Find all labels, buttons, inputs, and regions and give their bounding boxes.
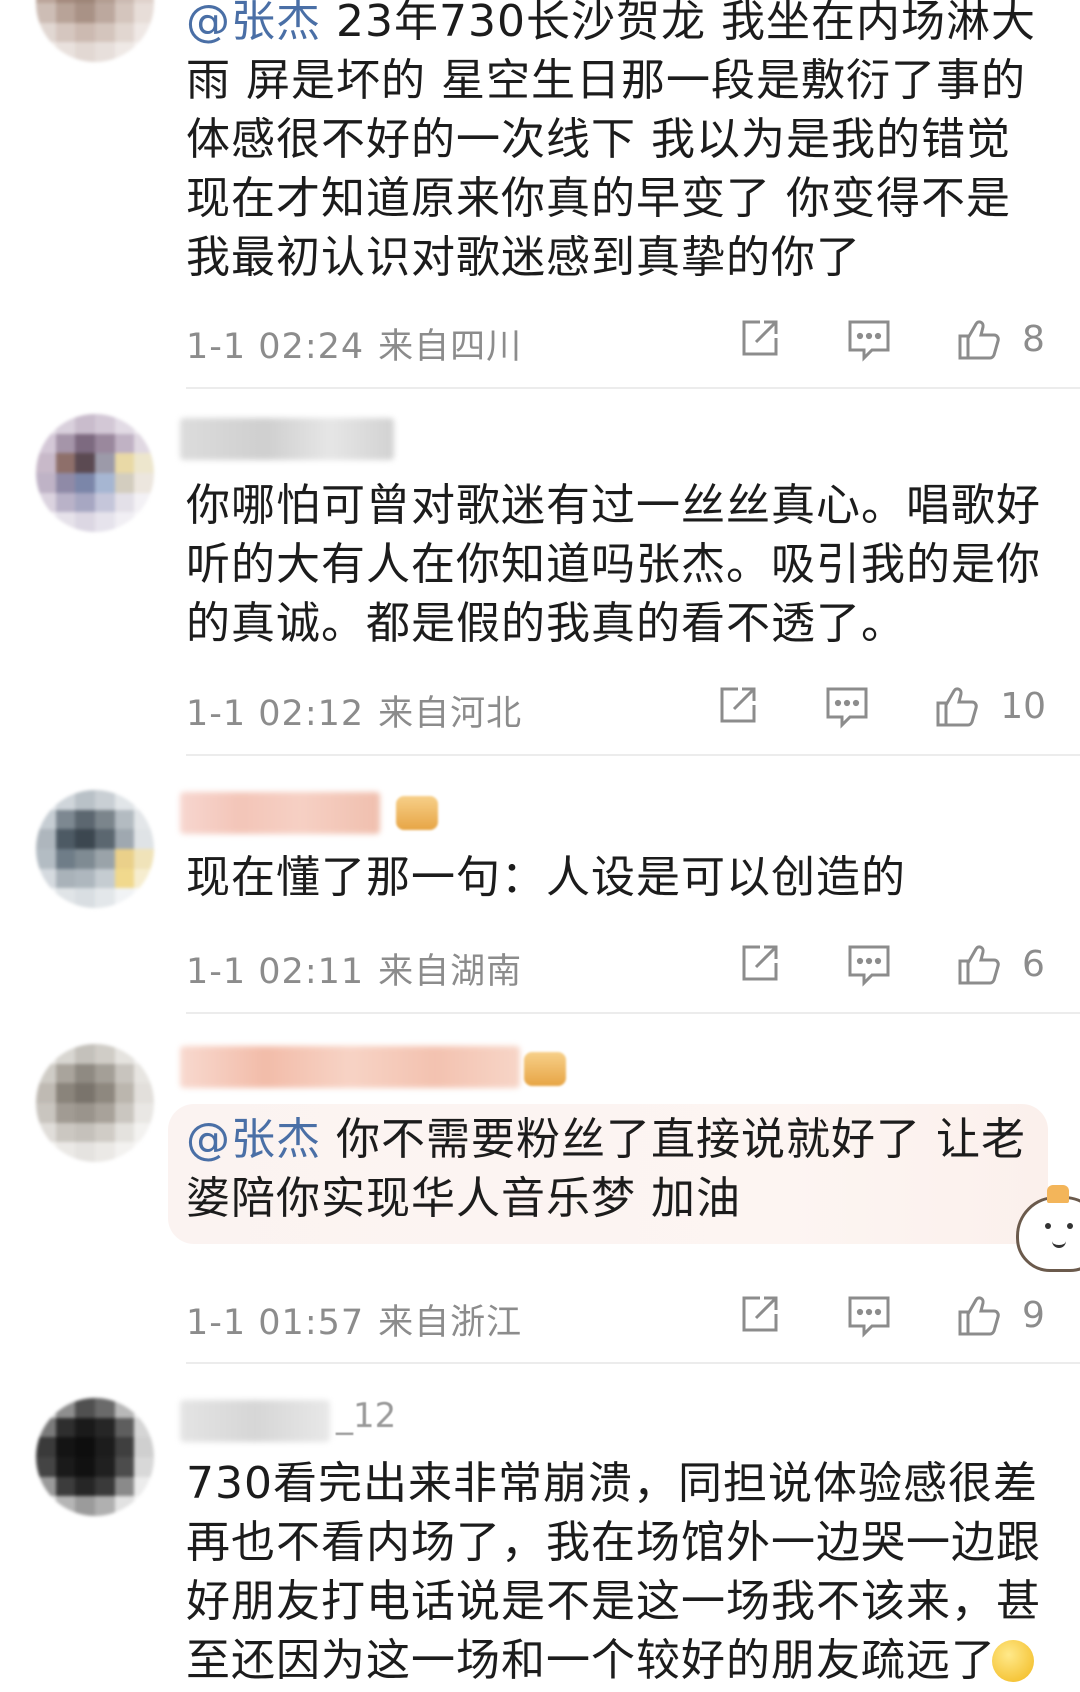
comment-text: 730看完出来非常崩溃，同担说体验感很差再也不看内场了，我在场馆外一边哭一边跟好… bbox=[186, 1458, 1041, 1686]
comment-meta: 1-1 02:24 来自四川 bbox=[186, 318, 536, 369]
comment-time: 1-1 01:57 bbox=[186, 1303, 365, 1343]
username[interactable] bbox=[180, 418, 394, 460]
repost-icon[interactable] bbox=[714, 683, 760, 729]
username[interactable] bbox=[180, 792, 380, 834]
like-count: 9 bbox=[1022, 1294, 1045, 1336]
comment-time: 1-1 02:11 bbox=[186, 952, 365, 992]
comment-actions: 8 bbox=[672, 316, 1046, 362]
comment-icon[interactable] bbox=[846, 941, 892, 987]
vip-badge-icon bbox=[524, 1052, 566, 1086]
comment-text: 你哪怕可曾对歌迷有过一丝丝真心。唱歌好听的大有人在你知道吗张杰。吸引我的是你的真… bbox=[186, 480, 1041, 649]
avatar[interactable] bbox=[36, 790, 154, 908]
comment-icon[interactable] bbox=[846, 1292, 892, 1338]
repost-icon[interactable] bbox=[736, 1292, 782, 1338]
thumbs-up-icon[interactable] bbox=[956, 941, 1002, 987]
repost-icon[interactable] bbox=[736, 316, 782, 362]
comment-actions: 9 bbox=[672, 1292, 1046, 1338]
username-suffix: _12 bbox=[336, 1396, 397, 1436]
divider bbox=[186, 1012, 1080, 1014]
comment-location: 来自四川 bbox=[378, 327, 523, 367]
comment-icon[interactable] bbox=[824, 683, 870, 729]
avatar[interactable] bbox=[36, 0, 154, 62]
comment-location: 来自湖南 bbox=[378, 952, 523, 992]
avatar[interactable] bbox=[36, 414, 154, 532]
comment-icon[interactable] bbox=[846, 316, 892, 362]
comment-actions: 6 bbox=[672, 941, 1046, 987]
comment-actions: 10 bbox=[650, 683, 1046, 729]
divider bbox=[186, 1362, 1080, 1364]
comment-location: 来自河北 bbox=[378, 694, 523, 734]
username[interactable] bbox=[180, 1046, 520, 1088]
like-count: 6 bbox=[1022, 943, 1045, 985]
comment-time: 1-1 02:24 bbox=[186, 327, 365, 367]
comment-meta: 1-1 02:11 来自湖南 bbox=[186, 943, 536, 994]
comment-text: @张杰 23年730长沙贺龙 我坐在内场淋大雨 屏是坏的 星空生日那一段是敷衍了… bbox=[186, 0, 1044, 287]
thumbs-up-icon[interactable] bbox=[956, 1292, 1002, 1338]
thumbs-up-icon[interactable] bbox=[956, 316, 1002, 362]
emoji-icon bbox=[992, 1640, 1034, 1682]
mention-link[interactable]: @张杰 bbox=[186, 1114, 321, 1165]
mention-link[interactable]: @张杰 bbox=[186, 0, 321, 47]
avatar[interactable] bbox=[36, 1398, 154, 1516]
comment-meta: 1-1 01:57 来自浙江 bbox=[186, 1294, 536, 1345]
username[interactable] bbox=[180, 1400, 330, 1442]
like-count: 8 bbox=[1022, 318, 1045, 360]
comment-location: 来自浙江 bbox=[378, 1303, 523, 1343]
like-count: 10 bbox=[1000, 685, 1046, 727]
divider bbox=[186, 387, 1080, 389]
comment-time: 1-1 02:12 bbox=[186, 694, 365, 734]
vip-badge-icon bbox=[396, 796, 438, 830]
avatar[interactable] bbox=[36, 1044, 154, 1162]
comment-meta: 1-1 02:12 来自河北 bbox=[186, 685, 536, 736]
repost-icon[interactable] bbox=[736, 941, 782, 987]
comment-text: @张杰 你不需要粉丝了直接说就好了 让老婆陪你实现华人音乐梦 加油 bbox=[186, 1114, 1026, 1224]
divider bbox=[186, 754, 1080, 756]
comment-text: 现在懂了那一句：人设是可以创造的 bbox=[186, 852, 906, 903]
thumbs-up-icon[interactable] bbox=[934, 683, 980, 729]
